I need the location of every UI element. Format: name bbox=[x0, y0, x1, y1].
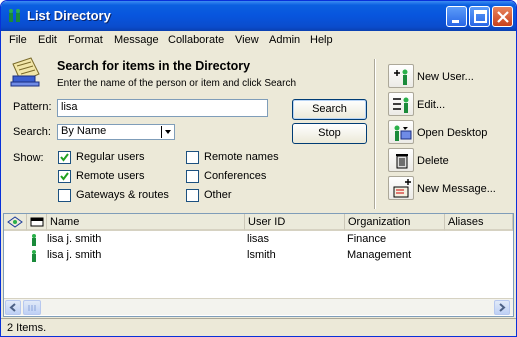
menu-view[interactable]: View bbox=[235, 34, 259, 46]
pattern-label: Pattern: bbox=[13, 101, 52, 113]
new-message-button[interactable] bbox=[388, 176, 414, 200]
scroll-left-button[interactable] bbox=[5, 300, 21, 315]
show-label: Show: bbox=[13, 152, 44, 164]
column-header-name[interactable]: Name bbox=[47, 214, 245, 231]
checkbox-box[interactable] bbox=[186, 151, 199, 164]
scroll-thumb[interactable] bbox=[23, 300, 41, 315]
checkmark-icon bbox=[60, 172, 69, 181]
horizontal-scrollbar[interactable] bbox=[4, 298, 513, 315]
close-button[interactable] bbox=[492, 6, 513, 27]
directory-app-icon bbox=[9, 9, 20, 22]
column-header-type[interactable] bbox=[4, 214, 27, 231]
menu-bar: File Edit Format Message Collaborate Vie… bbox=[1, 31, 516, 49]
status-text: 2 Items. bbox=[7, 322, 47, 334]
open-desktop-icon bbox=[394, 125, 412, 141]
grip-icon bbox=[28, 305, 36, 311]
new-message-label[interactable]: New Message... bbox=[417, 183, 496, 195]
maximize-icon bbox=[474, 10, 487, 23]
checkbox-label: Remote names bbox=[204, 151, 279, 163]
checkbox-box[interactable] bbox=[58, 151, 71, 164]
maximize-button[interactable] bbox=[469, 6, 490, 27]
search-by-select[interactable]: By Name bbox=[57, 124, 175, 140]
sort-star-icon bbox=[7, 216, 23, 228]
arrow-left-icon bbox=[9, 303, 16, 312]
cell-name: lisa j. smith bbox=[47, 249, 102, 261]
table-row[interactable]: lisa j. smith lisas Finance bbox=[4, 232, 513, 248]
edit-list-icon bbox=[393, 97, 409, 113]
table-row[interactable]: lisa j. smith lsmith Management bbox=[4, 248, 513, 264]
close-icon bbox=[497, 11, 509, 23]
menu-edit[interactable]: Edit bbox=[38, 34, 57, 46]
checkbox-label: Gateways & routes bbox=[76, 189, 169, 201]
menu-admin[interactable]: Admin bbox=[269, 34, 300, 46]
list-directory-window: List Directory File Edit Format Message … bbox=[0, 0, 517, 337]
column-header-aliases[interactable]: Aliases bbox=[445, 214, 513, 231]
checkmark-icon bbox=[60, 153, 69, 162]
menu-collaborate[interactable]: Collaborate bbox=[168, 34, 224, 46]
delete-label[interactable]: Delete bbox=[417, 155, 449, 167]
trash-icon bbox=[396, 154, 408, 169]
checkbox-box[interactable] bbox=[186, 189, 199, 202]
person-icon bbox=[32, 250, 36, 262]
menu-format[interactable]: Format bbox=[68, 34, 103, 46]
cell-organization: Finance bbox=[347, 233, 387, 245]
new-message-icon bbox=[393, 179, 411, 198]
status-bar: 2 Items. bbox=[1, 318, 516, 336]
column-header-organization[interactable]: Organization bbox=[345, 214, 445, 231]
cell-user-id: lsmith bbox=[247, 249, 276, 261]
cell-name: lisa j. smith bbox=[47, 233, 102, 245]
cell-user-id: lisas bbox=[247, 233, 270, 245]
pattern-input[interactable]: lisa bbox=[57, 99, 268, 117]
checkbox-label: Conferences bbox=[204, 170, 267, 182]
new-user-icon bbox=[394, 69, 408, 85]
window-title: List Directory bbox=[27, 8, 111, 23]
checkbox-box[interactable] bbox=[58, 170, 71, 183]
search-panel: Search for items in the Directory Enter … bbox=[3, 51, 514, 213]
menu-message[interactable]: Message bbox=[114, 34, 159, 46]
minimize-button[interactable] bbox=[446, 6, 467, 27]
edit-button[interactable] bbox=[388, 92, 414, 116]
arrow-right-icon bbox=[499, 303, 506, 312]
open-desktop-button[interactable] bbox=[388, 120, 414, 144]
new-user-label[interactable]: New User... bbox=[417, 71, 474, 83]
checkbox-label: Other bbox=[204, 189, 232, 201]
directory-search-icon bbox=[10, 57, 40, 87]
menu-file[interactable]: File bbox=[9, 34, 27, 46]
search-heading: Search for items in the Directory bbox=[57, 59, 251, 73]
new-user-button[interactable] bbox=[388, 64, 414, 88]
checkbox-label: Regular users bbox=[76, 151, 145, 163]
search-button[interactable]: Search bbox=[292, 99, 367, 120]
panel-divider bbox=[374, 59, 376, 209]
title-bar[interactable]: List Directory bbox=[1, 1, 516, 31]
delete-button[interactable] bbox=[388, 148, 414, 172]
cell-organization: Management bbox=[347, 249, 412, 261]
search-by-value: By Name bbox=[61, 125, 107, 137]
menu-help[interactable]: Help bbox=[310, 34, 333, 46]
stop-button[interactable]: Stop bbox=[292, 123, 367, 144]
checkbox-box[interactable] bbox=[186, 170, 199, 183]
checkbox-label: Remote users bbox=[76, 170, 145, 182]
open-desktop-label[interactable]: Open Desktop bbox=[417, 127, 487, 139]
person-icon bbox=[32, 234, 36, 246]
scroll-right-button[interactable] bbox=[494, 300, 510, 315]
search-subheading: Enter the name of the person or item and… bbox=[57, 78, 297, 89]
checkbox-box[interactable] bbox=[58, 189, 71, 202]
minimize-icon bbox=[452, 20, 459, 23]
column-header-user-id[interactable]: User ID bbox=[245, 214, 345, 231]
mail-icon bbox=[30, 217, 44, 227]
edit-label[interactable]: Edit... bbox=[417, 99, 445, 111]
column-header-mail[interactable] bbox=[27, 214, 47, 231]
search-by-label: Search: bbox=[13, 126, 51, 138]
chevron-down-icon[interactable] bbox=[161, 126, 173, 138]
